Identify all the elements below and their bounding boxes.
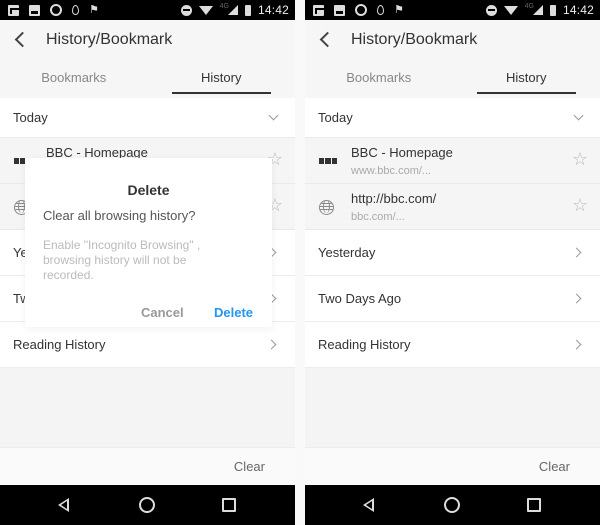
system-nav-bar	[305, 485, 600, 525]
star-icon[interactable]: ☆	[572, 150, 588, 168]
status-bar: ⚑ 4G 14:42	[305, 0, 600, 20]
chevron-left-icon[interactable]	[12, 30, 32, 50]
recents-icon[interactable]	[222, 498, 236, 512]
battery-icon	[549, 4, 556, 16]
chevron-left-icon[interactable]	[317, 30, 337, 50]
delete-button[interactable]: Delete	[214, 305, 253, 320]
item-title: http://bbc.com/	[351, 191, 437, 206]
group-label: Reading History	[13, 337, 106, 352]
phone-screen-history: ⚑ 4G 14:42 History/Bookmark Bookmarks Hi…	[305, 0, 600, 525]
group-yesterday[interactable]: Yesterday	[305, 230, 600, 276]
group-reading-history[interactable]: Reading History	[0, 322, 295, 368]
recents-icon[interactable]	[527, 498, 541, 512]
gallery-icon	[334, 4, 345, 16]
chevron-right-icon	[571, 293, 582, 303]
group-label: Today	[13, 110, 48, 125]
back-icon[interactable]	[58, 498, 69, 512]
dialog-note: Enable "Incognito Browsing" , browsing h…	[43, 238, 201, 282]
star-icon[interactable]: ☆	[572, 196, 588, 214]
tab-bar: Bookmarks History	[305, 62, 600, 98]
tab-bar: Bookmarks History	[0, 62, 295, 98]
home-icon[interactable]	[444, 497, 460, 513]
location-icon	[377, 5, 384, 15]
chevron-down-icon	[268, 110, 279, 121]
group-label: Yesterday	[318, 245, 376, 260]
dialog-message: Clear all browsing history?	[43, 208, 196, 223]
history-item[interactable]: http://bbc.com/ bbc.com/... ☆	[305, 184, 600, 230]
system-nav-bar	[0, 485, 295, 525]
flag-icon: ⚑	[89, 3, 99, 16]
history-list: Today BBC - Homepage www.bbc.com/... ☆ h…	[305, 98, 600, 368]
dialog-title: Delete	[127, 182, 170, 198]
delete-dialog: Delete Clear all browsing history? Enabl…	[25, 158, 272, 327]
signal-icon	[532, 5, 543, 15]
wifi-icon	[503, 5, 518, 15]
wifi-icon	[198, 5, 213, 15]
chevron-right-icon	[571, 247, 582, 257]
battery-icon	[244, 4, 251, 16]
do-not-disturb-icon	[485, 4, 497, 16]
history-item[interactable]: BBC - Homepage www.bbc.com/... ☆	[305, 138, 600, 184]
location-icon	[72, 5, 79, 15]
group-two-days-ago[interactable]: Two Days Ago	[305, 276, 600, 322]
chevron-right-icon	[266, 339, 277, 349]
home-icon[interactable]	[139, 497, 155, 513]
gallery-icon	[29, 4, 40, 16]
group-label: Today	[318, 110, 353, 125]
network-type: 4G	[524, 2, 534, 10]
item-url: www.bbc.com/...	[351, 165, 432, 177]
phone-screen-with-dialog: ⚑ 4G 14:42 History/Bookmark Bookmarks Hi…	[0, 0, 295, 525]
group-label: Reading History	[318, 337, 411, 352]
app-header: History/Bookmark	[305, 20, 600, 62]
footer-bar: Clear	[305, 447, 600, 485]
clear-button[interactable]: Clear	[539, 459, 570, 474]
page-title: History/Bookmark	[351, 31, 478, 48]
item-title: BBC - Homepage	[351, 145, 453, 160]
flag-icon: ⚑	[394, 3, 404, 16]
group-today[interactable]: Today	[0, 98, 295, 138]
panel-divider	[295, 0, 305, 525]
group-today[interactable]: Today	[305, 98, 600, 138]
tab-history[interactable]: History	[148, 62, 296, 98]
globe-icon	[319, 200, 334, 215]
chevron-right-icon	[571, 339, 582, 349]
signal-icon	[227, 5, 238, 15]
status-bar: ⚑ 4G 14:42	[0, 0, 295, 20]
do-not-disturb-icon	[180, 4, 192, 16]
group-label: Two Days Ago	[318, 291, 402, 306]
gmail-icon	[313, 4, 326, 16]
chevron-down-icon	[573, 110, 584, 121]
clear-button[interactable]: Clear	[234, 459, 265, 474]
footer-bar: Clear	[0, 447, 295, 485]
item-url: bbc.com/...	[351, 211, 405, 223]
cancel-button[interactable]: Cancel	[141, 305, 184, 320]
page-title: History/Bookmark	[46, 31, 173, 48]
back-icon[interactable]	[363, 498, 374, 512]
tab-bookmarks[interactable]: Bookmarks	[0, 62, 148, 98]
clock: 14:42	[257, 3, 289, 17]
group-reading-history[interactable]: Reading History	[305, 322, 600, 368]
tab-bookmarks[interactable]: Bookmarks	[305, 62, 453, 98]
bbc-favicon-icon	[319, 158, 337, 164]
whatsapp-icon	[50, 4, 62, 16]
clock: 14:42	[562, 3, 594, 17]
network-type: 4G	[219, 2, 229, 10]
tab-history[interactable]: History	[453, 62, 600, 98]
whatsapp-icon	[355, 4, 367, 16]
gmail-icon	[8, 4, 21, 16]
app-header: History/Bookmark	[0, 20, 295, 62]
